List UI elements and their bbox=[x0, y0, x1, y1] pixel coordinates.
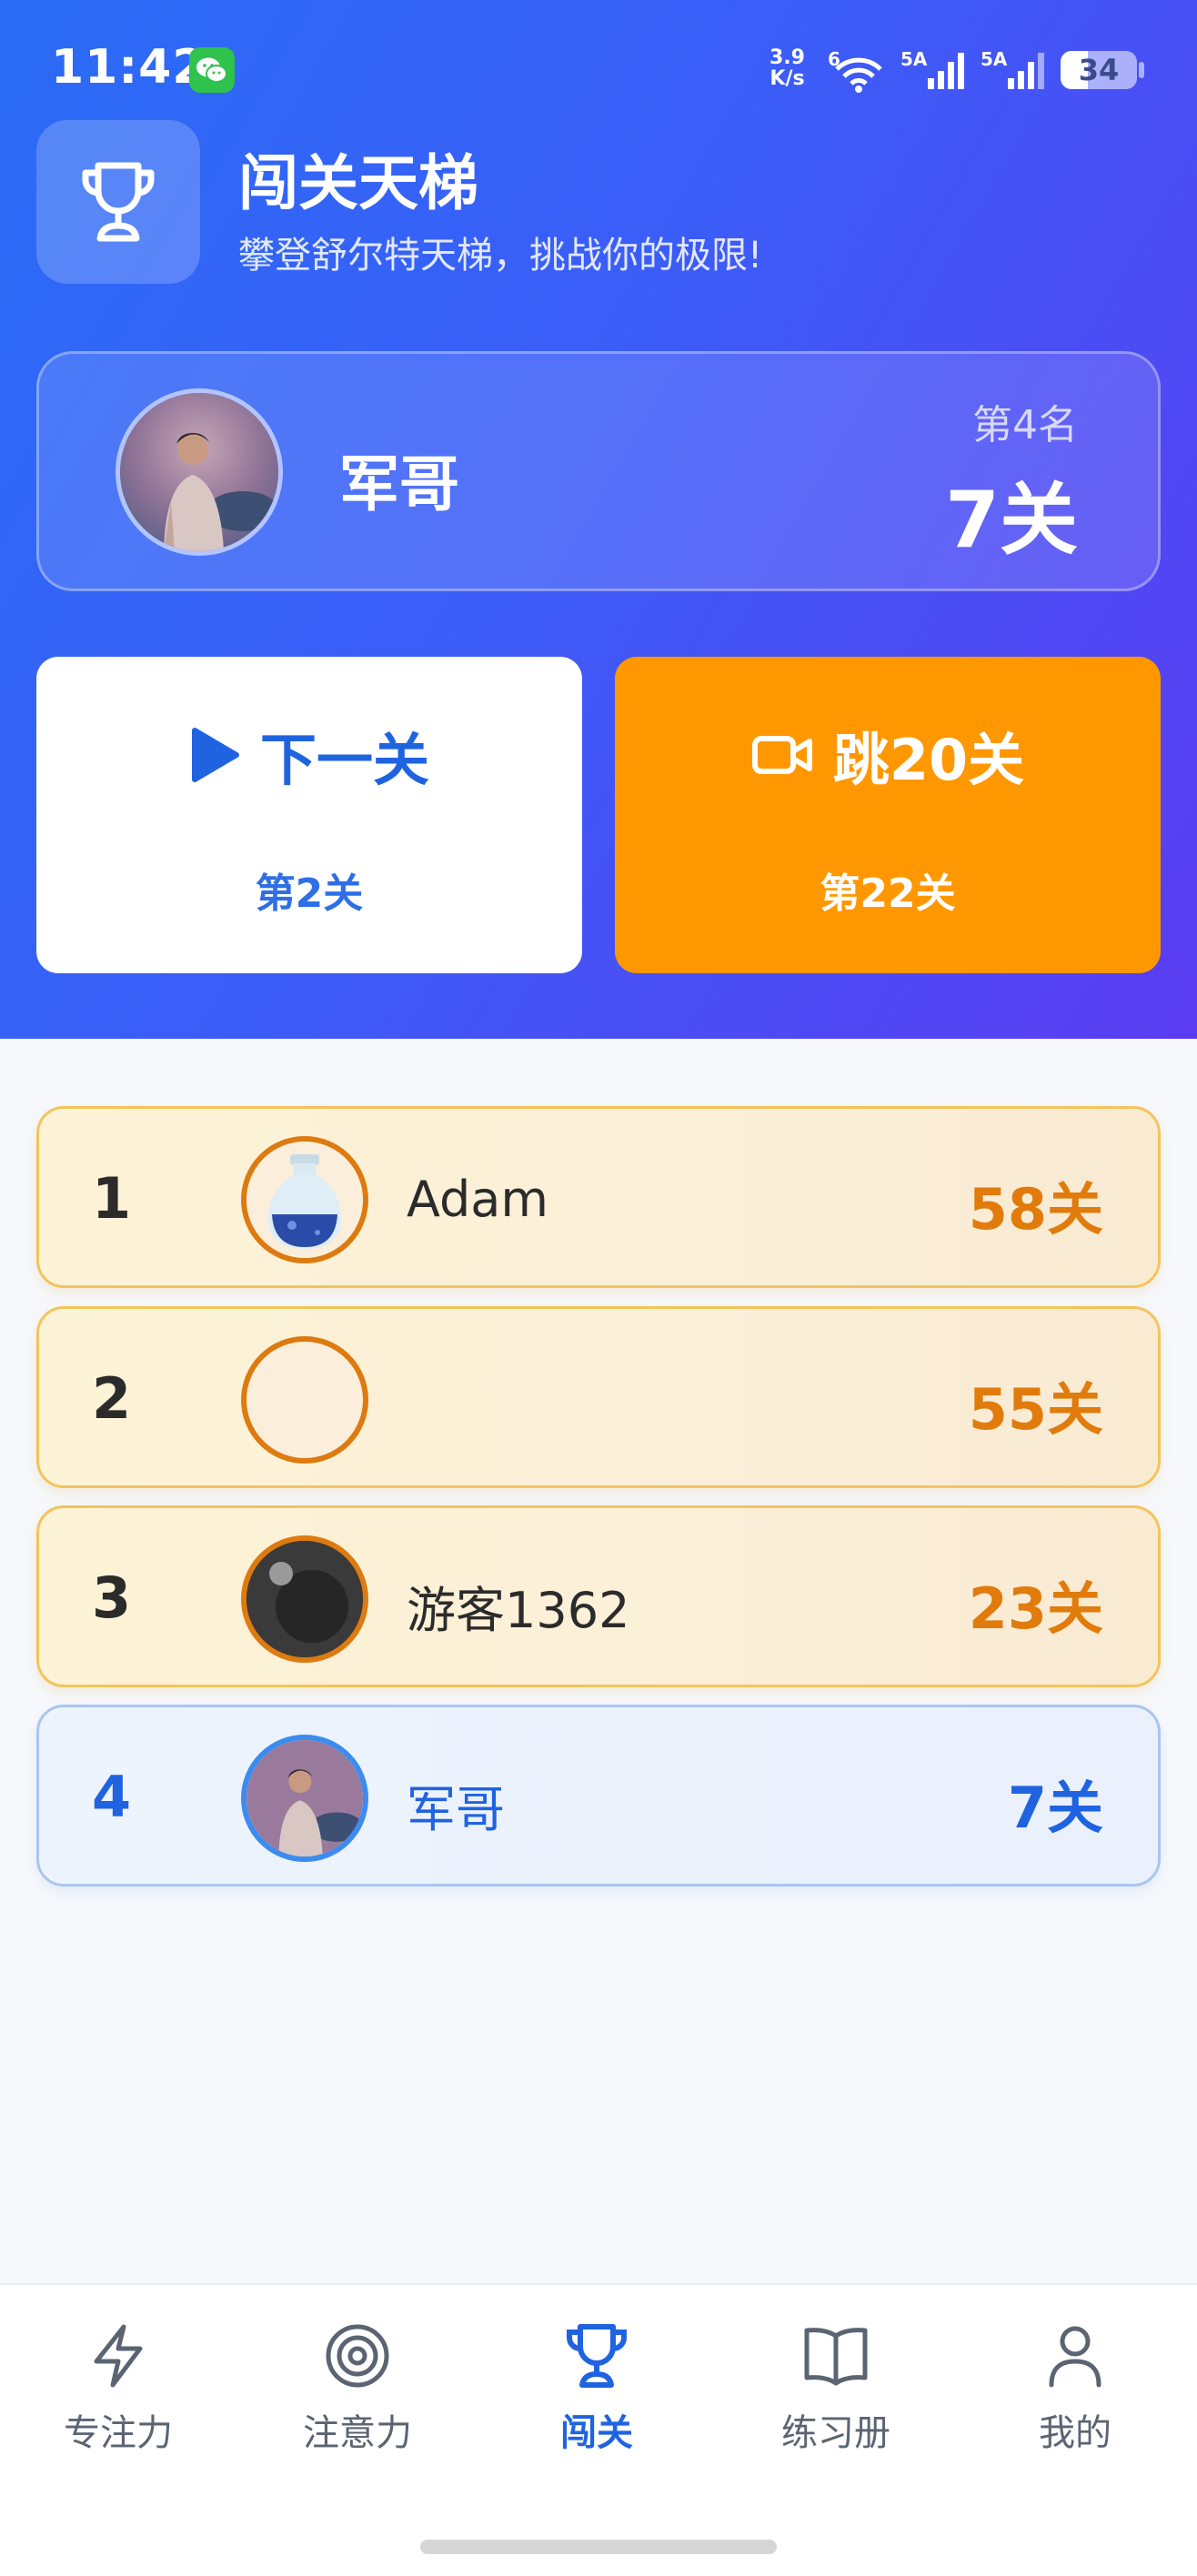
sim2-network-label: 5A bbox=[981, 48, 1008, 70]
nav-focus[interactable]: 专注力 bbox=[27, 2321, 209, 2467]
nav-attention[interactable]: 注意力 bbox=[267, 2321, 448, 2467]
lightning-icon bbox=[94, 2324, 143, 2388]
nav-challenge[interactable]: 闯关 bbox=[506, 2321, 688, 2467]
header-trophy-badge bbox=[36, 120, 200, 284]
sim1-network-label: 5A bbox=[900, 48, 928, 70]
leaderboard-row[interactable]: 1 Adam 58关 bbox=[36, 1106, 1161, 1288]
leaderboard-rank: 4 bbox=[92, 1764, 132, 1830]
status-time: 11:42 bbox=[51, 40, 206, 95]
battery-level-text: 34 bbox=[1078, 53, 1120, 87]
home-indicator[interactable] bbox=[420, 2540, 777, 2554]
user-level: 7关 bbox=[945, 475, 1078, 566]
trophy-icon bbox=[82, 162, 155, 242]
page-subtitle: 攀登舒尔特天梯，挑战你的极限! bbox=[238, 235, 763, 277]
leaderboard-score: 7关 bbox=[1007, 1775, 1103, 1841]
leaderboard-row[interactable]: 3 游客1362 23关 bbox=[36, 1505, 1161, 1687]
photo-avatar bbox=[241, 1735, 368, 1862]
leaderboard-score: 55关 bbox=[968, 1376, 1103, 1443]
leaderboard-rank: 3 bbox=[92, 1565, 132, 1631]
person-icon bbox=[1049, 2326, 1101, 2388]
skip-levels-label: 跳20关 bbox=[832, 727, 1025, 793]
page-title: 闯关天梯 bbox=[238, 148, 478, 218]
user-name: 军哥 bbox=[339, 449, 459, 519]
leaderboard-rank: 2 bbox=[92, 1365, 132, 1432]
skip-20-levels-button[interactable]: 跳20关 第22关 bbox=[615, 657, 1161, 973]
wechat-icon bbox=[189, 47, 235, 93]
nav-label: 专注力 bbox=[64, 2412, 173, 2454]
book-icon bbox=[804, 2328, 868, 2386]
nav-label: 练习册 bbox=[781, 2412, 890, 2454]
network-speed: 3.9 K/s bbox=[770, 47, 805, 89]
leaderboard-score: 23关 bbox=[968, 1575, 1103, 1642]
network-speed-value: 3.9 bbox=[770, 46, 805, 69]
leaderboard-row[interactable]: 2 55关 bbox=[36, 1306, 1161, 1488]
dark-ball-avatar bbox=[241, 1535, 368, 1663]
user-rank: 第4名 bbox=[972, 402, 1078, 448]
leaderboard-name: 游客1362 bbox=[407, 1582, 630, 1639]
leaderboard-name: 军哥 bbox=[407, 1781, 505, 1838]
cellular-signal-2-icon: 5A bbox=[981, 47, 1048, 96]
skip-levels-target: 第22关 bbox=[820, 870, 956, 917]
user-avatar bbox=[116, 388, 283, 556]
bottom-navigation: 专注力 注意力 闯关 练习册 我的 bbox=[0, 2283, 1197, 2576]
leaderboard-score: 58关 bbox=[968, 1176, 1103, 1243]
status-bar: 11:42 3.9 K/s 6 5A 5A 34 bbox=[0, 0, 1197, 136]
target-icon bbox=[326, 2324, 389, 2388]
leaderboard-name: Adam bbox=[407, 1171, 548, 1228]
nav-workbook[interactable]: 练习册 bbox=[745, 2321, 927, 2467]
next-level-button[interactable]: 下一关 第2关 bbox=[36, 657, 582, 973]
potion-avatar bbox=[241, 1136, 368, 1263]
wifi-icon: 6 bbox=[828, 47, 890, 96]
network-speed-unit: K/s bbox=[770, 67, 805, 90]
leaderboard-rank: 1 bbox=[92, 1165, 132, 1232]
empty-avatar bbox=[241, 1336, 368, 1464]
video-icon bbox=[751, 736, 812, 774]
battery-icon: 34 bbox=[1061, 51, 1137, 89]
battery-terminal bbox=[1139, 62, 1144, 78]
nav-label: 闯关 bbox=[560, 2412, 633, 2454]
trophy-icon bbox=[567, 2324, 627, 2388]
nav-profile[interactable]: 我的 bbox=[984, 2321, 1166, 2467]
current-user-card[interactable]: 军哥 第4名 7关 bbox=[36, 351, 1161, 591]
leaderboard-row-current-user[interactable]: 4 军哥 7关 bbox=[36, 1705, 1161, 1887]
next-level-label: 下一关 bbox=[259, 727, 429, 793]
next-level-target: 第2关 bbox=[255, 870, 364, 917]
cellular-signal-1-icon: 5A bbox=[900, 47, 968, 96]
play-icon bbox=[191, 728, 239, 782]
nav-label: 我的 bbox=[1039, 2412, 1112, 2454]
nav-label: 注意力 bbox=[303, 2412, 412, 2454]
